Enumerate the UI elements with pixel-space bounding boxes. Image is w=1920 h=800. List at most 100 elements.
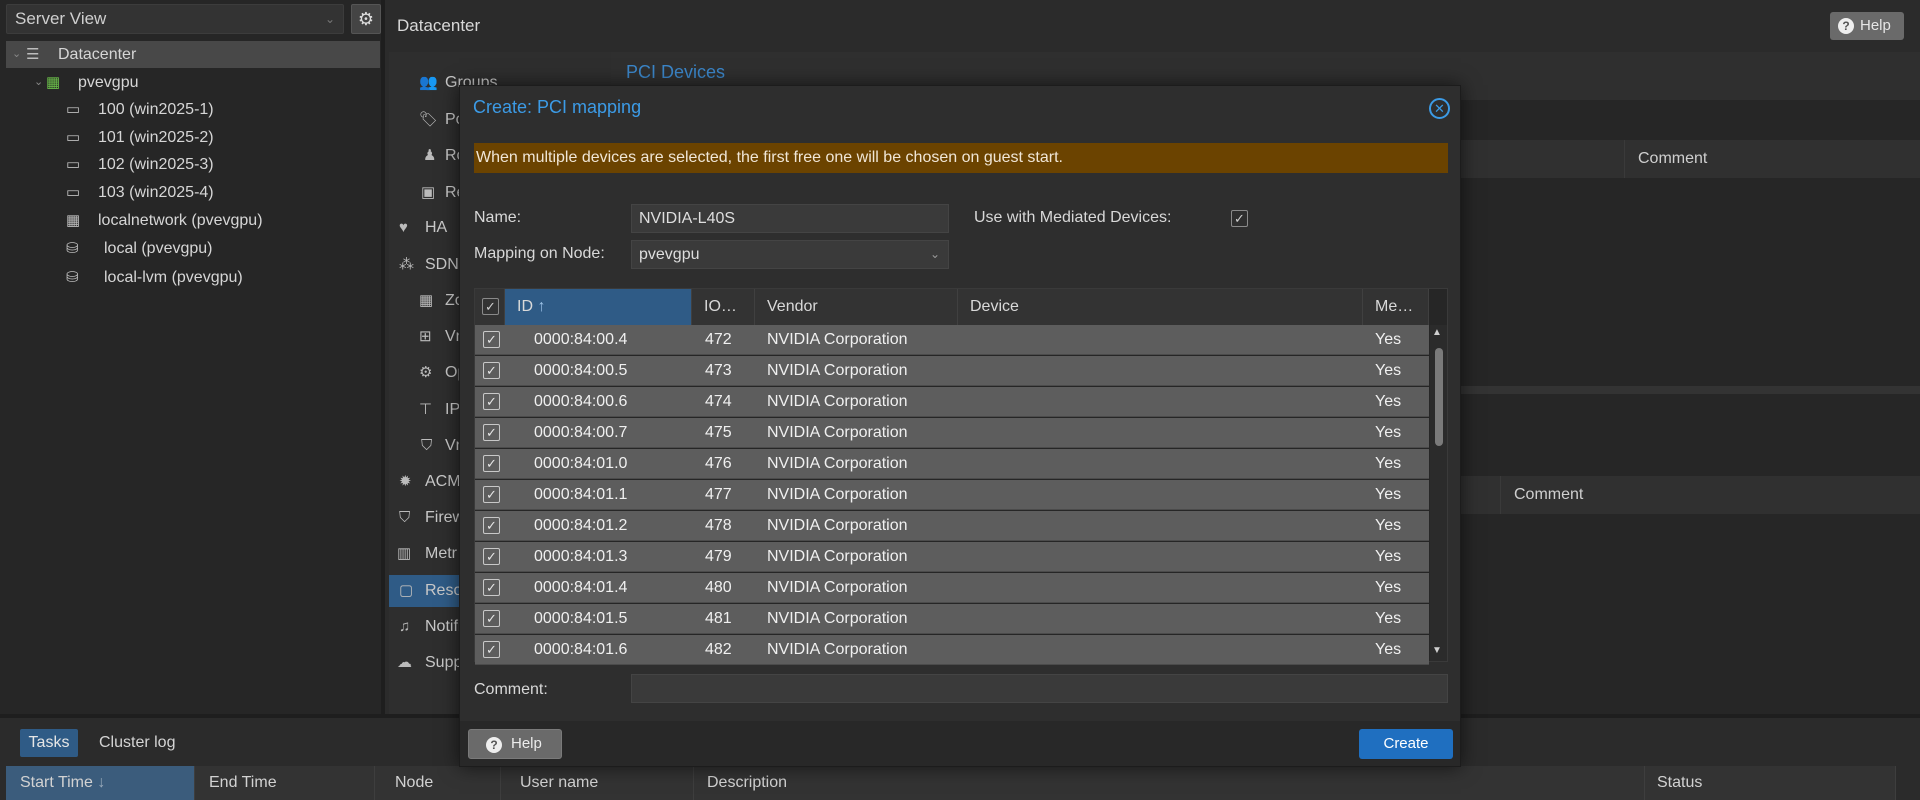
mdev-checkbox[interactable]: ✓ bbox=[1231, 210, 1248, 227]
column-header-user[interactable]: User name bbox=[506, 766, 694, 800]
scroll-up-icon[interactable]: ▲ bbox=[1432, 327, 1442, 338]
column-header-comment[interactable]: Comment bbox=[1514, 486, 1583, 504]
row-checkbox[interactable]: ✓ bbox=[483, 641, 500, 658]
bell-icon: ♫ bbox=[399, 618, 411, 635]
cell-vendor: NVIDIA Corporation bbox=[767, 362, 908, 379]
cell-vendor: NVIDIA Corporation bbox=[767, 424, 908, 441]
create-button[interactable]: Create bbox=[1359, 729, 1453, 759]
tree-item-vm[interactable]: ▭ 102 (win2025-3) bbox=[6, 151, 380, 178]
table-row[interactable]: ✓ 0000:84:00.6 474 NVIDIA Corporation Yes bbox=[475, 387, 1429, 417]
question-icon: ? bbox=[1838, 18, 1854, 34]
tree-item-network[interactable]: ▦ localnetwork (pvevgpu) bbox=[6, 207, 380, 234]
table-row[interactable]: ✓ 0000:84:00.5 473 NVIDIA Corporation Yes bbox=[475, 356, 1429, 386]
column-header-end-time[interactable]: End Time bbox=[195, 766, 375, 800]
cell-vendor: NVIDIA Corporation bbox=[767, 548, 908, 565]
collapse-icon[interactable]: ⌄ bbox=[12, 41, 21, 68]
column-header-start-time[interactable]: Start Time ↓ bbox=[6, 766, 195, 800]
table-row[interactable]: ✓ 0000:84:01.3 479 NVIDIA Corporation Yes bbox=[475, 542, 1429, 572]
tree-item-vm[interactable]: ▭ 101 (win2025-2) bbox=[6, 124, 380, 151]
shield-icon: ⛉ bbox=[399, 509, 411, 526]
table-row[interactable]: ✓ 0000:84:01.4 480 NVIDIA Corporation Yes bbox=[475, 573, 1429, 603]
table-row[interactable]: ✓ 0000:84:00.7 475 NVIDIA Corporation Yes bbox=[475, 418, 1429, 448]
row-checkbox[interactable]: ✓ bbox=[483, 362, 500, 379]
column-header-comment[interactable]: Comment bbox=[1638, 150, 1707, 168]
cell-vendor: NVIDIA Corporation bbox=[767, 486, 908, 503]
column-header-vendor[interactable]: Vendor bbox=[755, 289, 958, 325]
tree-item-label: 102 (win2025-3) bbox=[98, 156, 214, 173]
row-checkbox[interactable]: ✓ bbox=[483, 393, 500, 410]
cell-vendor: NVIDIA Corporation bbox=[767, 331, 908, 348]
cell-mdev: Yes bbox=[1375, 579, 1402, 596]
table-row[interactable]: ✓ 0000:84:01.2 478 NVIDIA Corporation Yes bbox=[475, 511, 1429, 541]
column-header-status[interactable]: Status bbox=[1643, 766, 1896, 800]
cell-id: 0000:84:01.6 bbox=[534, 641, 628, 658]
row-checkbox[interactable]: ✓ bbox=[483, 579, 500, 596]
column-header-id[interactable]: ID ↑ bbox=[505, 289, 692, 325]
panel-title: PCI Devices bbox=[626, 62, 726, 82]
row-checkbox[interactable]: ✓ bbox=[483, 331, 500, 348]
row-checkbox[interactable]: ✓ bbox=[483, 486, 500, 503]
gear-icon: ⚙ bbox=[419, 364, 433, 381]
sort-asc-icon: ↑ bbox=[537, 298, 546, 315]
column-header-node[interactable]: Node bbox=[381, 766, 501, 800]
comments-icon: ☁ bbox=[397, 654, 412, 671]
table-row[interactable]: ✓ 0000:84:01.5 481 NVIDIA Corporation Yes bbox=[475, 604, 1429, 634]
cell-mdev: Yes bbox=[1375, 424, 1402, 441]
collapse-icon[interactable]: ⌄ bbox=[34, 69, 43, 96]
cell-id: 0000:84:00.4 bbox=[534, 331, 628, 348]
cell-vendor: NVIDIA Corporation bbox=[767, 610, 908, 627]
row-checkbox[interactable]: ✓ bbox=[483, 610, 500, 627]
tree-item-storage[interactable]: ⛁ local (pvevgpu) bbox=[6, 235, 380, 262]
select-all-checkbox[interactable]: ✓ bbox=[482, 298, 499, 315]
table-row[interactable]: ✓ 0000:84:01.6 482 NVIDIA Corporation Yes bbox=[475, 635, 1429, 665]
tree-item-storage[interactable]: ⛁ local-lvm (pvevgpu) bbox=[6, 264, 380, 291]
tag-icon: 🏷 bbox=[419, 111, 439, 128]
cell-id: 0000:84:00.6 bbox=[534, 393, 628, 410]
tree-item-datacenter[interactable]: ⌄ ☰ Datacenter bbox=[6, 41, 380, 68]
cell-mdev: Yes bbox=[1375, 331, 1402, 348]
column-header-device[interactable]: Device bbox=[958, 289, 1363, 325]
column-header-iommu[interactable]: IO… bbox=[692, 289, 755, 325]
gear-button[interactable]: ⚙ bbox=[351, 4, 381, 34]
folder-icon: ▢ bbox=[399, 582, 414, 599]
column-header-description[interactable]: Description bbox=[693, 766, 1645, 800]
comment-field[interactable] bbox=[631, 674, 1448, 703]
chevron-down-icon: ⌄ bbox=[929, 247, 940, 261]
node-online-icon: ▦ bbox=[46, 74, 61, 91]
cell-mdev: Yes bbox=[1375, 393, 1402, 410]
row-checkbox[interactable]: ✓ bbox=[483, 517, 500, 534]
table-row[interactable]: ✓ 0000:84:01.1 477 NVIDIA Corporation Yes bbox=[475, 480, 1429, 510]
dialog-footer bbox=[460, 721, 1460, 766]
database-icon: ⛁ bbox=[66, 240, 79, 257]
select-all-column[interactable]: ✓ bbox=[475, 289, 505, 325]
close-icon[interactable]: ✕ bbox=[1429, 98, 1450, 119]
view-select[interactable]: Server View ⌄ bbox=[6, 4, 344, 34]
tree-item-vm[interactable]: ▭ 103 (win2025-4) bbox=[6, 179, 380, 206]
nav-item-selected[interactable]: ▢ Reso bbox=[389, 575, 459, 607]
table-row[interactable]: ✓ 0000:84:01.0 476 NVIDIA Corporation Yes bbox=[475, 449, 1429, 479]
row-checkbox[interactable]: ✓ bbox=[483, 424, 500, 441]
view-select-value: Server View bbox=[15, 9, 107, 28]
row-checkbox[interactable]: ✓ bbox=[483, 548, 500, 565]
cell-mdev: Yes bbox=[1375, 362, 1402, 379]
node-label: Mapping on Node: bbox=[474, 245, 605, 262]
comment-label: Comment: bbox=[474, 681, 548, 698]
column-header-mdev[interactable]: Me… bbox=[1363, 289, 1429, 325]
tree-item-node[interactable]: ⌄ ▦ pvevgpu bbox=[6, 69, 380, 96]
scroll-down-icon[interactable]: ▼ bbox=[1432, 645, 1442, 656]
column-separator bbox=[1500, 476, 1501, 514]
cell-id: 0000:84:00.7 bbox=[534, 424, 628, 441]
tree-item-vm[interactable]: ▭ 100 (win2025-1) bbox=[6, 96, 380, 123]
tab-cluster-log[interactable]: Cluster log bbox=[99, 729, 175, 757]
cell-mdev: Yes bbox=[1375, 548, 1402, 565]
cell-iommu: 472 bbox=[705, 331, 732, 348]
dialog-help-button[interactable]: ? Help bbox=[468, 729, 562, 759]
node-select[interactable]: pvevgpu ⌄ bbox=[631, 240, 949, 269]
row-checkbox[interactable]: ✓ bbox=[483, 455, 500, 472]
name-field[interactable]: NVIDIA-L40S bbox=[631, 204, 949, 233]
help-button[interactable]: ? Help bbox=[1830, 12, 1904, 40]
tab-tasks[interactable]: Tasks bbox=[20, 729, 78, 757]
name-label: Name: bbox=[474, 209, 522, 226]
table-row[interactable]: ✓ 0000:84:00.4 472 NVIDIA Corporation Yes bbox=[475, 325, 1429, 355]
scrollbar-thumb[interactable] bbox=[1435, 348, 1443, 446]
